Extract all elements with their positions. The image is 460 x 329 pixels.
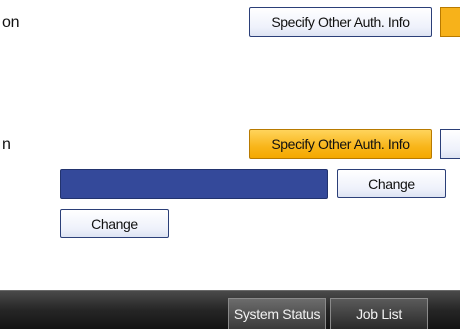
row1-label-fragment: on — [2, 14, 20, 31]
status-bar: System Status Job List — [0, 290, 460, 329]
change-button-secondary[interactable]: Change — [60, 209, 169, 238]
settings-panel: on Specify Other Auth. Info n Specify Ot… — [0, 0, 460, 290]
change-button-primary[interactable]: Change — [337, 169, 446, 198]
row2-label-fragment: n — [2, 136, 11, 153]
job-list-button[interactable]: Job List — [330, 298, 428, 329]
value-field — [60, 169, 328, 199]
specify-other-auth-info-button-1[interactable]: Specify Other Auth. Info — [249, 7, 432, 37]
clipped-selected-option-1[interactable] — [440, 7, 460, 37]
specify-other-auth-info-button-2[interactable]: Specify Other Auth. Info — [249, 129, 432, 159]
clipped-option-2[interactable] — [440, 129, 460, 159]
system-status-button[interactable]: System Status — [228, 298, 326, 329]
